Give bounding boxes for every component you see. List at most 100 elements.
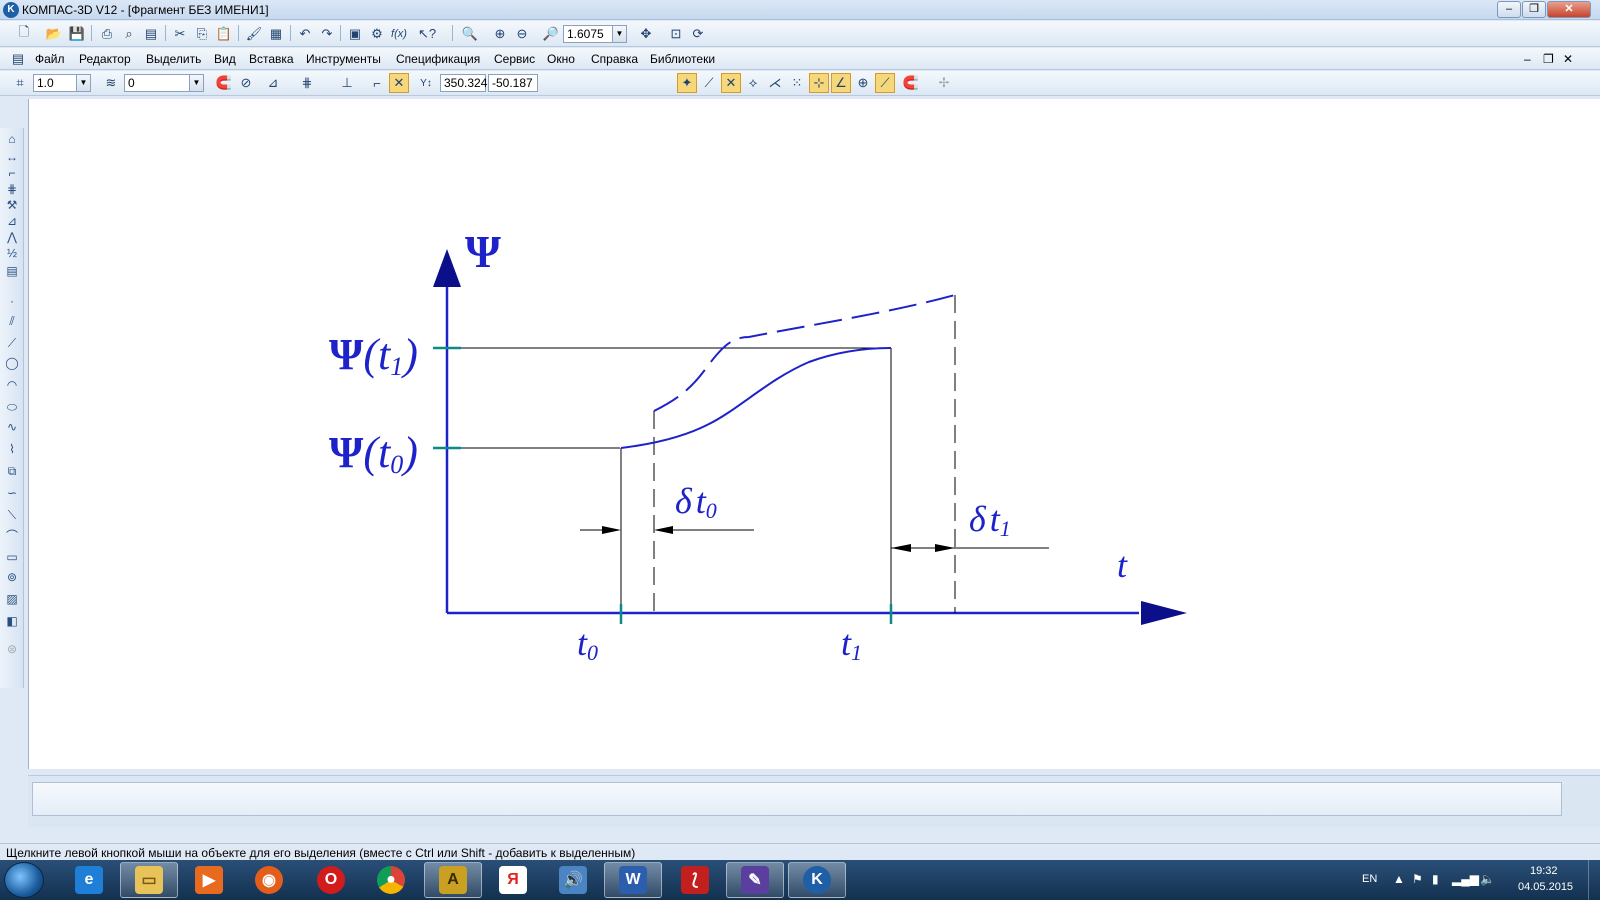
- close-button[interactable]: ✕: [1547, 1, 1591, 18]
- magnet-off-icon[interactable]: ⊘: [236, 73, 256, 93]
- document-menu-icon[interactable]: ▤: [8, 49, 28, 69]
- hatch-icon[interactable]: ▨: [3, 590, 21, 608]
- volume-icon[interactable]: 🔈: [1480, 872, 1495, 886]
- grid-step-icon[interactable]: ⌗: [10, 73, 30, 93]
- ortho-icon[interactable]: ⊿: [263, 73, 283, 93]
- minimize-button[interactable]: –: [1497, 1, 1521, 18]
- paste-icon[interactable]: 📋: [214, 24, 234, 44]
- taskbar-yandex[interactable]: Я: [484, 862, 542, 898]
- zoom-out-icon[interactable]: ⊖: [512, 24, 532, 44]
- taskbar-internet-explorer[interactable]: e: [60, 862, 118, 898]
- variables-icon[interactable]: ⚙: [367, 24, 387, 44]
- kompas-logo-icon[interactable]: K: [3, 2, 19, 18]
- property-panel-field[interactable]: [32, 782, 1562, 816]
- menu-help[interactable]: Справка: [591, 52, 638, 66]
- snap-intersection-icon[interactable]: ✕: [721, 73, 741, 93]
- chevron-down-icon[interactable]: ▼: [612, 26, 626, 42]
- arc-icon[interactable]: ◠: [3, 376, 21, 394]
- taskbar-kompas[interactable]: K: [788, 862, 846, 898]
- maximize-button[interactable]: ❐: [1522, 1, 1546, 18]
- coord-x-field[interactable]: 350.324: [440, 74, 487, 92]
- zoom-window-icon[interactable]: 🔍: [460, 24, 480, 44]
- collection-icon[interactable]: ⊜: [3, 640, 21, 658]
- layers-icon[interactable]: ≋: [101, 73, 121, 93]
- menu-select[interactable]: Выделить: [146, 52, 201, 66]
- zoom-in-icon[interactable]: ⊕: [490, 24, 510, 44]
- doc-restore-button[interactable]: ❐: [1543, 52, 1554, 66]
- step-combo[interactable]: 1.0 ▼: [33, 74, 91, 92]
- ellipse-icon[interactable]: ⬭: [3, 398, 21, 416]
- open-folder-icon[interactable]: 📂: [44, 24, 64, 44]
- taskbar-opera[interactable]: O: [302, 862, 360, 898]
- menu-edit[interactable]: Редактор: [79, 52, 131, 66]
- snap-magnet-icon[interactable]: 🧲: [901, 73, 921, 93]
- menu-insert[interactable]: Вставка: [249, 52, 294, 66]
- clock-date[interactable]: 04.05.2015: [1518, 881, 1573, 893]
- coord-y-field[interactable]: -50.187: [488, 74, 538, 92]
- doc-minimize-button[interactable]: –: [1524, 52, 1531, 66]
- snap-midpoint-icon[interactable]: ⟋: [699, 73, 719, 93]
- snap-angle-icon[interactable]: ∠: [831, 73, 851, 93]
- chamfer-icon[interactable]: ⟍: [3, 506, 21, 524]
- segment-icon[interactable]: ⟋: [3, 334, 21, 352]
- chevron-down-icon[interactable]: ▼: [76, 75, 90, 91]
- contour-icon[interactable]: ⊚: [3, 568, 21, 586]
- network-signal-icon[interactable]: ▂▄▆: [1452, 872, 1479, 886]
- geometry-tool-icon[interactable]: ⌂: [3, 130, 21, 148]
- show-hidden-icons-icon[interactable]: ▲: [1393, 872, 1405, 886]
- taskbar-kompas-graphic[interactable]: ✎: [726, 862, 784, 898]
- device-icon[interactable]: ▮: [1432, 872, 1439, 886]
- print-preview-icon[interactable]: ⌕: [119, 24, 139, 44]
- snap-point-on-curve-icon[interactable]: ⟋: [875, 73, 895, 93]
- library-icon[interactable]: ▣: [345, 24, 365, 44]
- menu-view[interactable]: Вид: [214, 52, 236, 66]
- help-pointer-icon[interactable]: ↖?: [417, 24, 437, 44]
- new-document-icon[interactable]: 🗋: [14, 24, 34, 44]
- zoom-scale-icon[interactable]: 🔎: [541, 24, 561, 44]
- aux-line-icon[interactable]: ⫽: [3, 312, 21, 330]
- taskbar-autocad[interactable]: A: [424, 862, 482, 898]
- language-indicator[interactable]: EN: [1362, 873, 1377, 885]
- snap-normal-icon[interactable]: ⋌: [765, 73, 785, 93]
- show-all-icon[interactable]: ⊡: [666, 24, 686, 44]
- reports-icon[interactable]: ▤: [3, 262, 21, 280]
- menu-service[interactable]: Сервис: [494, 52, 535, 66]
- function-icon[interactable]: f(x): [389, 24, 409, 44]
- taskbar-firefox[interactable]: ◉: [240, 862, 298, 898]
- snap-grid-icon[interactable]: ⁙: [787, 73, 807, 93]
- nurbs-icon[interactable]: ⧉: [3, 462, 21, 480]
- action-center-flag-icon[interactable]: ⚑: [1412, 872, 1423, 886]
- magnet-snap-icon[interactable]: 🧲: [214, 73, 234, 93]
- fillet-icon[interactable]: ⌒: [3, 526, 21, 544]
- layer-combo[interactable]: 0 ▼: [124, 74, 204, 92]
- local-cs-icon[interactable]: ⊥: [337, 73, 357, 93]
- rectangle-icon[interactable]: ▭: [3, 548, 21, 566]
- menu-window[interactable]: Окно: [547, 52, 575, 66]
- round-mode-icon[interactable]: ✕: [389, 73, 409, 93]
- menu-file[interactable]: Файл: [35, 52, 65, 66]
- cut-icon[interactable]: ✂: [170, 24, 190, 44]
- point-icon[interactable]: ·: [3, 292, 21, 310]
- snap-tangent-icon[interactable]: ⟡: [743, 73, 763, 93]
- start-button[interactable]: [4, 862, 44, 898]
- snap-center-icon[interactable]: ⊕: [853, 73, 873, 93]
- taskbar-chrome[interactable]: ●: [362, 862, 420, 898]
- grid-icon[interactable]: ⋕: [297, 73, 317, 93]
- pan-icon[interactable]: ✥: [636, 24, 656, 44]
- taskbar-explorer[interactable]: ▭: [120, 862, 178, 898]
- redo-icon[interactable]: ↷: [317, 24, 337, 44]
- drawing-canvas[interactable]: Ψ t Ψ(t1) Ψ(t0) t0 t1 δ t0 δ t1: [28, 99, 1600, 769]
- spline-icon[interactable]: ∿: [3, 418, 21, 436]
- show-desktop-button[interactable]: [1588, 860, 1600, 900]
- snap-align-icon[interactable]: ⊹: [809, 73, 829, 93]
- spec-tool-icon[interactable]: ½: [3, 244, 21, 262]
- taskbar-acrobat[interactable]: ⟅: [666, 862, 724, 898]
- fill-icon[interactable]: ◧: [3, 612, 21, 630]
- manager-icon[interactable]: ▦: [266, 24, 286, 44]
- save-icon[interactable]: 💾: [67, 24, 87, 44]
- clock-time[interactable]: 19:32: [1530, 865, 1558, 877]
- doc-close-button[interactable]: ✕: [1563, 52, 1573, 66]
- menu-tools[interactable]: Инструменты: [306, 52, 381, 66]
- orthogonal-mode-icon[interactable]: ⌐: [367, 73, 387, 93]
- menu-specification[interactable]: Спецификация: [396, 52, 480, 66]
